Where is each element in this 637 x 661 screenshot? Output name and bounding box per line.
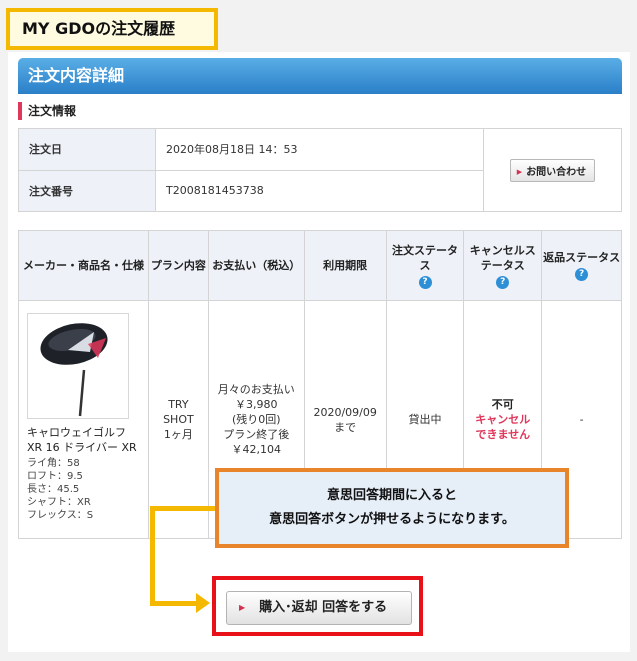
purchase-return-answer-button[interactable]: ▶ 購入･返却 回答をする [226,591,412,625]
arrow-connector [150,506,155,606]
help-icon[interactable]: ? [418,275,432,289]
spec-line: シャフト：XR [27,497,91,508]
callout-line: 意思回答ボタンが押せるようになります。 [269,512,515,527]
arrow-head-icon [196,593,210,613]
page-title: MY GDOの注文履歴 [22,19,176,38]
col-header-period: 利用期限 [303,230,387,301]
arrow-connector [150,506,216,511]
order-detail-panel: 注文内容詳細 注文情報 注文日 2020年08月18日 14：53 ▶ お問い合わ… [8,52,630,652]
cancel-status-label: 不可 [491,398,514,411]
arrow-connector [150,601,198,606]
product-cell: キャロウェイゴルフ XR 16 ドライバー XR ライ角：58 ロフト：9.5 … [18,300,149,539]
order-date-value: 2020年08月18日 14：53 [155,128,484,171]
product-image[interactable] [27,313,129,419]
cancel-note: キャンセル [475,413,531,426]
triangle-right-icon: ▶ [516,167,523,176]
product-name[interactable]: キャロウェイゴルフ XR 16 ドライバー XR [27,425,140,455]
purchase-return-answer-label: 購入･返却 回答をする [259,600,388,615]
header-bar: 注文内容詳細 [18,58,622,94]
col-header-plan: プラン内容 [147,230,209,301]
spec-line: フレックス：S [27,510,94,521]
triangle-right-icon: ▶ [239,603,246,612]
callout-line: 意思回答期間に入ると [326,488,457,503]
plan-cell: TRY SHOT 1ヶ月 [147,300,209,539]
section-title: 注文情報 [18,102,76,120]
help-icon[interactable]: ? [575,268,589,281]
golf-driver-icon [40,323,108,417]
callout-note: 意思回答期間に入ると 意思回答ボタンが押せるようになります。 [215,468,569,548]
cancel-note: できません [475,428,531,441]
contact-cell: ▶ お問い合わせ [483,128,622,212]
order-number-label: 注文番号 [18,169,156,212]
page-title-badge: MY GDOの注文履歴 [6,8,218,50]
help-icon[interactable]: ? [496,275,510,289]
order-number-value: T2008181453738 [155,169,484,212]
order-info-table: 注文日 2020年08月18日 14：53 ▶ お問い合わせ 注文番号 T2008… [18,128,622,212]
header-title: 注文内容詳細 [28,66,125,85]
contact-button[interactable]: ▶ お問い合わせ [509,158,596,182]
spec-line: 長さ：45.5 [27,484,80,495]
spec-line: ライ角：58 [27,458,80,469]
order-date-label: 注文日 [18,128,156,171]
col-header-product: メーカー・商品名・仕様 [18,230,149,301]
col-header-cancel-status: キャンセルステータス ? [463,230,543,301]
col-header-return-status: 返品ステータス ? [541,230,622,301]
col-header-payment: お支払い（税込） [207,230,305,301]
spec-line: ロフト：9.5 [27,471,83,482]
col-header-order-status: 注文ステータス ? [385,230,465,301]
contact-button-label: お問い合わせ [526,166,587,178]
